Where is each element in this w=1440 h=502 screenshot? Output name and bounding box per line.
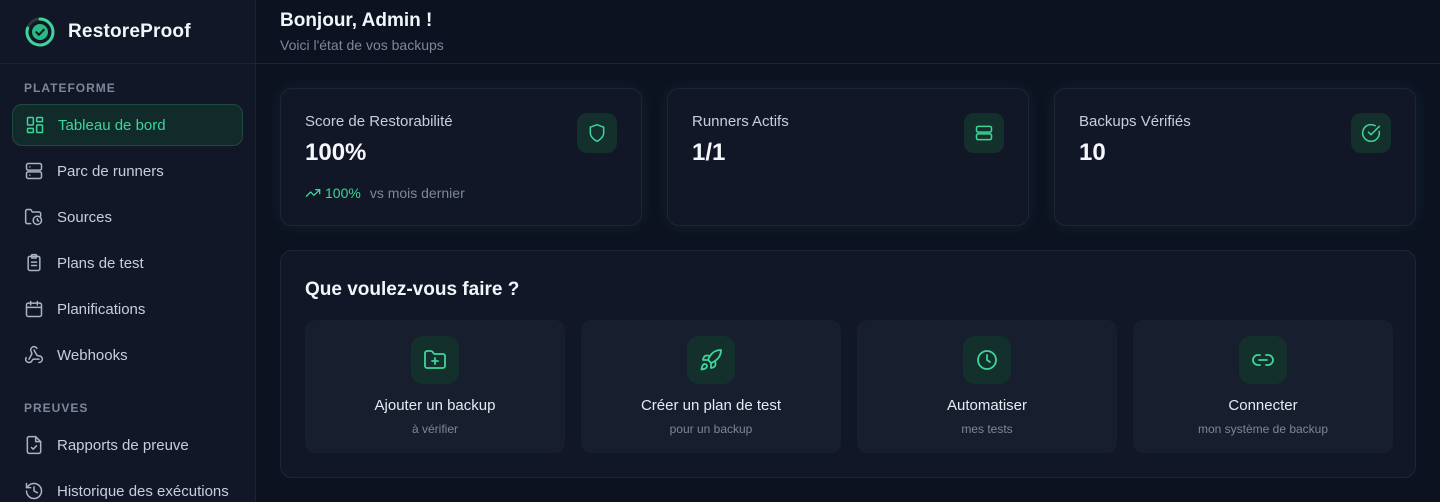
link-icon [1252,354,1274,366]
stat-icon-box [964,113,1004,153]
sidebar-item-plans-de-test[interactable]: Plans de test [12,242,243,284]
sidebar-item-webhooks[interactable]: Webhooks [12,334,243,376]
brand[interactable]: RestoreProof [0,0,255,64]
dashboard-icon [26,116,44,134]
sidebar-item-label: Parc de runners [57,162,164,180]
action-icon-box [1239,336,1287,384]
action-label: Créer un plan de test [640,397,782,414]
logo-icon [25,17,55,46]
trend-text: vs mois dernier [369,185,465,201]
quick-actions-panel: Que voulez-vous faire ? Ajouter un backu… [280,250,1416,478]
action-label: Connecter [1228,397,1298,414]
stat-icon-box [1351,113,1391,153]
circle-check-icon [1361,123,1381,143]
stat-card-runners: Runners Actifs 1/1 [667,88,1029,226]
action-add-backup[interactable]: Ajouter un backup à vérifier [305,320,565,453]
stat-value: 10 [1079,139,1106,166]
stat-value: 100% [305,139,367,166]
clipboard-list-icon [27,253,41,272]
quick-actions-title: Que voulez-vous faire ? [305,279,520,300]
action-icon-box [687,336,735,384]
section-title-preuves: PREUVES [24,401,89,415]
action-sublabel: mes tests [961,422,1013,436]
page-title: Bonjour, Admin ! [280,10,433,31]
sidebar-item-label: Planifications [57,300,146,318]
header: Bonjour, Admin ! Voici l'état de vos bac… [256,0,1440,64]
sidebar-item-label: Sources [57,208,113,226]
action-sublabel: pour un backup [669,422,753,436]
sidebar-item-rapports-de-preuve[interactable]: Rapports de preuve [12,424,243,466]
sidebar-item-label: Historique des exécutions [57,482,229,500]
sidebar-item-label: Rapports de preuve [57,436,189,454]
action-connect[interactable]: Connecter mon système de backup [1133,320,1393,453]
action-icon-box [411,336,459,384]
brand-name: RestoreProof [68,20,191,42]
page-subtitle: Voici l'état de vos backups [280,37,444,53]
folder-plus-icon [424,350,446,369]
stat-label: Backups Vérifiés [1079,113,1191,130]
calendar-icon [25,300,43,318]
action-icon-box [963,336,1011,384]
action-sublabel: à vérifier [411,422,458,436]
clock-icon [977,350,997,370]
sidebar-item-label: Tableau de bord [58,116,166,134]
sidebar: RestoreProof PLATEFORME Tableau de bord … [0,0,256,502]
sidebar-item-label: Webhooks [57,346,128,364]
server-icon [25,162,43,180]
webhook-icon [24,345,43,364]
stat-value: 1/1 [692,139,726,166]
sidebar-item-planifications[interactable]: Planifications [12,288,243,330]
server-icon [975,125,993,141]
action-label: Ajouter un backup [374,397,496,414]
stat-label: Score de Restorabilité [305,113,453,130]
folder-clock-icon [24,208,43,226]
sidebar-item-label: Plans de test [57,254,144,272]
section-title-plateforme: PLATEFORME [24,81,116,95]
sidebar-item-tableau-de-bord[interactable]: Tableau de bord [12,104,243,146]
rocket-icon [700,349,722,371]
action-create-test-plan[interactable]: Créer un plan de test pour un backup [581,320,841,453]
sidebar-item-historique[interactable]: Historique des exécutions [12,470,243,502]
stat-trend: 100% vs mois dernier [305,185,617,201]
history-icon [25,482,43,500]
shield-icon [589,123,605,143]
stat-card-backups: Backups Vérifiés 10 [1054,88,1416,226]
action-sublabel: mon système de backup [1197,422,1329,436]
stat-icon-box [577,113,617,153]
sidebar-item-parc-de-runners[interactable]: Parc de runners [12,150,243,192]
action-label: Automatiser [946,397,1028,414]
file-check-icon [26,435,42,455]
stat-label: Runners Actifs [692,113,789,130]
action-automate[interactable]: Automatiser mes tests [857,320,1117,453]
sidebar-item-sources[interactable]: Sources [12,196,243,238]
stat-card-restorability: Score de Restorabilité 100% 100% vs mois… [280,88,642,226]
trend-percent: 100% [325,185,361,201]
trending-up-icon [305,189,321,197]
